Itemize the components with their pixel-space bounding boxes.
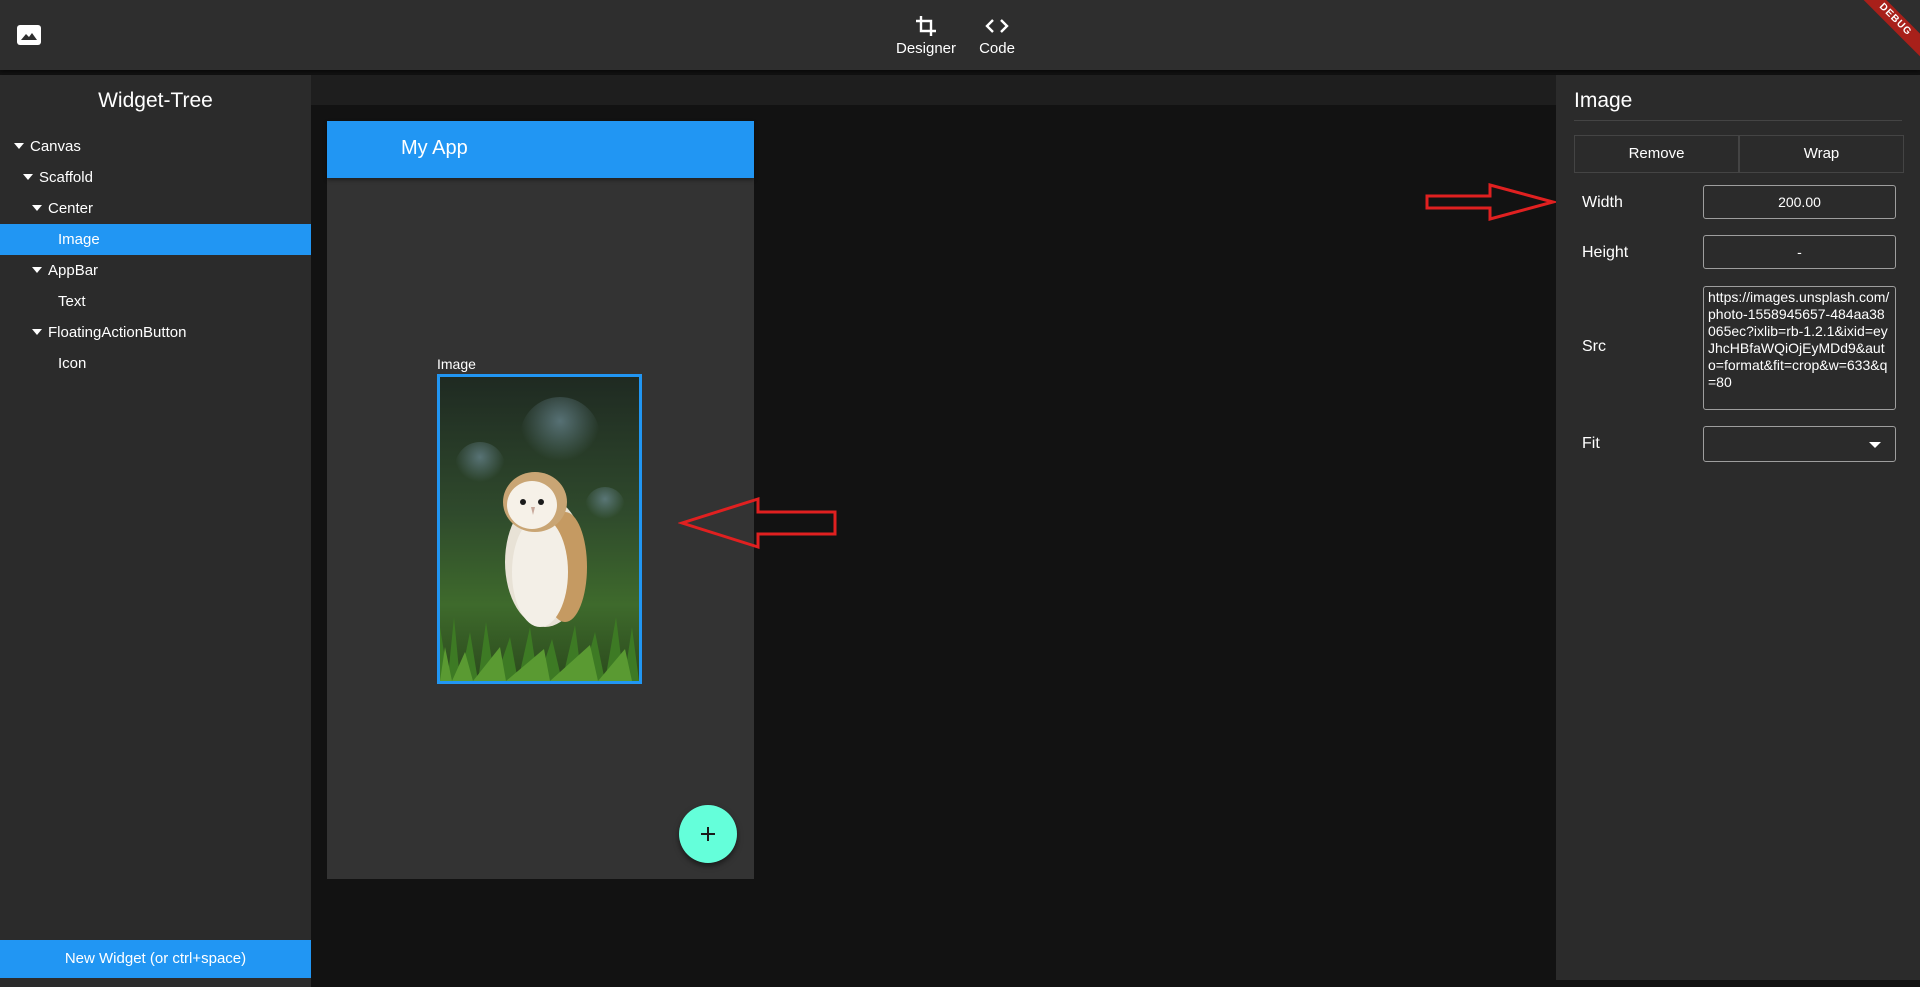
new-widget-button[interactable]: New Widget (or ctrl+space) <box>0 940 311 978</box>
tree-item-label: Text <box>58 293 86 310</box>
width-label: Width <box>1582 194 1623 211</box>
caret-down-icon[interactable] <box>32 205 42 212</box>
height-field[interactable]: - <box>1703 235 1896 269</box>
designer-tab-label: Designer <box>895 40 957 57</box>
height-label: Height <box>1582 244 1629 261</box>
image-widget-label: Image <box>437 356 476 372</box>
dropdown-arrow-icon <box>1869 442 1881 448</box>
owl-photo <box>440 377 639 681</box>
tree-item-floatingactionbutton[interactable]: FloatingActionButton <box>0 317 311 348</box>
tree-item-label: FloatingActionButton <box>48 324 187 341</box>
properties-title: Image <box>1574 89 1633 112</box>
tree-item-label: Scaffold <box>39 169 93 186</box>
preview-app-title: My App <box>401 137 468 159</box>
widget-tree-panel: Widget-Tree Canvas Scaffold Center Image… <box>0 75 311 987</box>
code-tab-label: Code <box>979 40 1015 57</box>
tree-item-canvas[interactable]: Canvas <box>0 131 311 162</box>
floating-action-button[interactable] <box>679 805 737 863</box>
canvas-header-strip <box>311 75 1556 105</box>
code-tab[interactable]: Code <box>957 10 1037 68</box>
fit-dropdown[interactable] <box>1703 426 1896 462</box>
tree-item-text[interactable]: Text <box>0 286 311 317</box>
fit-label: Fit <box>1582 435 1600 452</box>
widget-tree: Canvas Scaffold Center Image AppBar Text… <box>0 131 311 379</box>
properties-panel: Image Remove Wrap Width 200.00 Height - … <box>1556 75 1920 980</box>
debug-badge: DEBUG <box>1850 0 1920 65</box>
tree-item-label: AppBar <box>48 262 99 279</box>
tree-item-center[interactable]: Center <box>0 193 311 224</box>
wrap-button[interactable]: Wrap <box>1739 135 1904 173</box>
caret-down-icon[interactable] <box>32 329 42 336</box>
caret-down-icon[interactable] <box>23 174 33 181</box>
crop-icon <box>886 10 966 40</box>
image-icon[interactable] <box>16 24 42 46</box>
tree-item-label: Image <box>58 231 100 248</box>
preview-appbar[interactable]: My App <box>327 121 754 178</box>
plus-icon <box>701 827 715 841</box>
annotation-arrow-left-icon <box>678 496 837 550</box>
src-label: Src <box>1582 338 1606 355</box>
tree-item-scaffold[interactable]: Scaffold <box>0 162 311 193</box>
divider <box>1574 120 1902 121</box>
caret-down-icon[interactable] <box>32 267 42 274</box>
designer-tab[interactable]: Designer <box>886 10 966 68</box>
code-icon <box>957 10 1037 40</box>
tree-item-appbar[interactable]: AppBar <box>0 255 311 286</box>
tree-item-label: Canvas <box>30 138 81 155</box>
caret-down-icon[interactable] <box>14 143 24 150</box>
src-field[interactable]: https://images.unsplash.com/photo-155894… <box>1703 286 1896 410</box>
tree-item-label: Icon <box>58 355 87 372</box>
top-toolbar: Designer Code DEBUG <box>0 0 1920 70</box>
tree-item-icon[interactable]: Icon <box>0 348 311 379</box>
image-widget-preview[interactable] <box>437 374 642 684</box>
remove-button[interactable]: Remove <box>1574 135 1739 173</box>
annotation-arrow-right-icon <box>1425 183 1556 221</box>
width-field[interactable]: 200.00 <box>1703 185 1896 219</box>
widget-tree-title: Widget-Tree <box>98 89 213 112</box>
tree-item-image[interactable]: Image <box>0 224 311 255</box>
tree-item-label: Center <box>48 200 94 217</box>
